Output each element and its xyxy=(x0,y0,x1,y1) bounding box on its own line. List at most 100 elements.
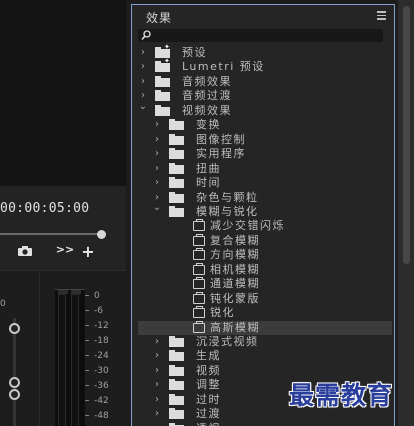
scrollbar-thumb[interactable] xyxy=(403,6,410,264)
tree-item[interactable]: › 图像控制 xyxy=(138,133,392,147)
tree-item[interactable]: › 变换 xyxy=(138,118,392,132)
timecode-display[interactable]: 00:00:05:00 xyxy=(0,201,89,216)
tree-item[interactable]: › 杂色与颗粒 xyxy=(138,191,392,205)
folder-bin-icon xyxy=(169,393,184,405)
tree-item-label: 过渡 xyxy=(196,407,221,421)
tree-item-label: 方向模糊 xyxy=(210,248,260,262)
video-preview[interactable] xyxy=(0,0,126,186)
folder-bin-icon xyxy=(169,119,184,131)
video-effect-icon xyxy=(193,262,205,275)
scrubber-track xyxy=(0,233,100,235)
tree-item-label: 调整 xyxy=(196,378,221,392)
tree-item-label: 相机模糊 xyxy=(210,262,260,276)
tree-item[interactable]: 相机模糊 xyxy=(138,262,392,277)
chevron-right-icon[interactable]: › xyxy=(152,408,162,420)
tree-item-label: 预设 xyxy=(182,46,207,59)
folder-bin-icon xyxy=(169,205,184,217)
tree-item[interactable]: 钝化蒙版 xyxy=(138,291,392,306)
panel-menu-icon[interactable] xyxy=(377,11,386,20)
pan-fader-knob[interactable] xyxy=(9,377,20,388)
chevron-down-icon[interactable]: ⌄ xyxy=(152,202,162,214)
folder-bin-icon xyxy=(169,177,184,189)
chevron-right-icon[interactable]: › xyxy=(152,365,162,377)
tree-item[interactable]: › 时间 xyxy=(138,176,392,190)
preset-bin-icon xyxy=(155,57,170,73)
tree-item-label: 锐化 xyxy=(210,306,235,320)
tree-item[interactable]: › 预设 xyxy=(138,43,392,60)
chevron-right-icon[interactable]: › xyxy=(152,134,162,146)
chevron-down-icon[interactable]: ⌄ xyxy=(138,101,148,113)
program-monitor: 00:00:05:00 >> + xyxy=(0,0,126,270)
chevron-right-icon[interactable]: › xyxy=(152,394,162,406)
panel-title[interactable]: 效果 xyxy=(146,9,172,26)
tree-item[interactable]: ⌄ 视频效果 xyxy=(138,101,392,118)
folder-bin-icon xyxy=(169,336,184,347)
add-button[interactable]: + xyxy=(79,242,97,261)
folder-bin-icon xyxy=(169,191,184,203)
folder-bin-icon xyxy=(155,90,170,102)
tree-item[interactable]: 锐化 xyxy=(138,306,392,320)
chevron-right-icon[interactable]: › xyxy=(138,47,148,59)
tree-item[interactable]: 复合模糊 xyxy=(138,233,392,248)
video-effect-icon xyxy=(193,233,205,246)
scale-tick: -30 xyxy=(85,366,109,376)
tree-item-label: 图像控制 xyxy=(196,132,246,146)
video-effect-icon xyxy=(193,277,205,290)
tree-item[interactable]: › 扭曲 xyxy=(138,162,392,176)
folder-bin-icon xyxy=(169,162,184,174)
tree-item[interactable]: 通道模糊 xyxy=(138,277,392,291)
transport-controls: >> + xyxy=(0,240,126,266)
tree-item[interactable]: ⌄ 模糊与锐化 xyxy=(138,202,392,219)
folder-bin-icon xyxy=(155,75,170,87)
tree-item[interactable]: › Lumetri 预设 xyxy=(138,57,392,74)
tree-item-label: 视频 xyxy=(196,363,221,377)
chevron-right-icon[interactable]: › xyxy=(138,61,148,73)
more-controls-button[interactable]: >> xyxy=(56,240,74,258)
folder-bin-icon xyxy=(155,104,170,116)
tree-item[interactable]: 方向模糊 xyxy=(138,248,392,262)
chevron-right-icon[interactable]: › xyxy=(152,119,162,131)
chevron-right-icon[interactable]: › xyxy=(152,350,162,362)
playhead-scrubber[interactable] xyxy=(0,230,106,239)
video-effect-icon xyxy=(193,248,205,261)
tree-item[interactable]: 减少交错闪烁 xyxy=(138,219,392,233)
chevron-right-icon[interactable]: › xyxy=(152,163,162,175)
video-effect-icon xyxy=(193,306,205,319)
effects-search-input[interactable] xyxy=(138,29,383,42)
tree-item[interactable]: › 实用程序 xyxy=(138,147,392,161)
chevron-right-icon[interactable]: › xyxy=(152,379,162,391)
tree-item-label: 复合模糊 xyxy=(210,233,260,247)
tree-item-label: 音频效果 xyxy=(182,74,232,88)
tree-item[interactable]: 高斯模糊 xyxy=(138,320,392,335)
chevron-right-icon[interactable]: › xyxy=(138,76,148,88)
watermark-logo: 最需教育 xyxy=(289,381,394,410)
tree-item-label: 音频过渡 xyxy=(182,89,232,103)
panel-scrollbar[interactable] xyxy=(398,0,414,426)
chevron-right-icon[interactable]: › xyxy=(152,177,162,189)
chevron-right-icon[interactable]: › xyxy=(152,336,162,348)
mixer-divider xyxy=(39,270,40,426)
camera-icon xyxy=(18,246,32,256)
tree-item-label: 杂色与颗粒 xyxy=(196,190,259,204)
folder-bin-icon xyxy=(169,133,184,145)
tree-item-label: 透视 xyxy=(196,422,221,426)
tree-item-label: 模糊与锐化 xyxy=(196,204,259,218)
scale-tick: -12 xyxy=(85,321,109,331)
scale-tick: -6 xyxy=(85,306,103,316)
meter-channel-right xyxy=(71,294,79,426)
tree-item[interactable]: › 沉浸式视频 xyxy=(138,335,392,349)
tree-item[interactable]: › 音频效果 xyxy=(138,75,392,89)
tree-item-label: 通道模糊 xyxy=(210,277,260,291)
chevron-right-icon[interactable]: › xyxy=(152,148,162,160)
export-frame-button[interactable] xyxy=(16,242,34,260)
tree-item-label: 变换 xyxy=(196,118,221,132)
video-effect-icon xyxy=(193,320,205,333)
volume-fader-knob[interactable] xyxy=(9,323,20,334)
tree-item[interactable]: › 音频过渡 xyxy=(138,89,392,103)
tree-item-label: 减少交错闪烁 xyxy=(210,219,285,233)
tree-item[interactable]: › 生成 xyxy=(138,349,392,363)
fader-track xyxy=(13,318,16,426)
level-fader-knob[interactable] xyxy=(9,389,20,400)
playhead-handle[interactable] xyxy=(97,230,106,239)
tree-item[interactable]: ›透视 xyxy=(138,422,392,426)
